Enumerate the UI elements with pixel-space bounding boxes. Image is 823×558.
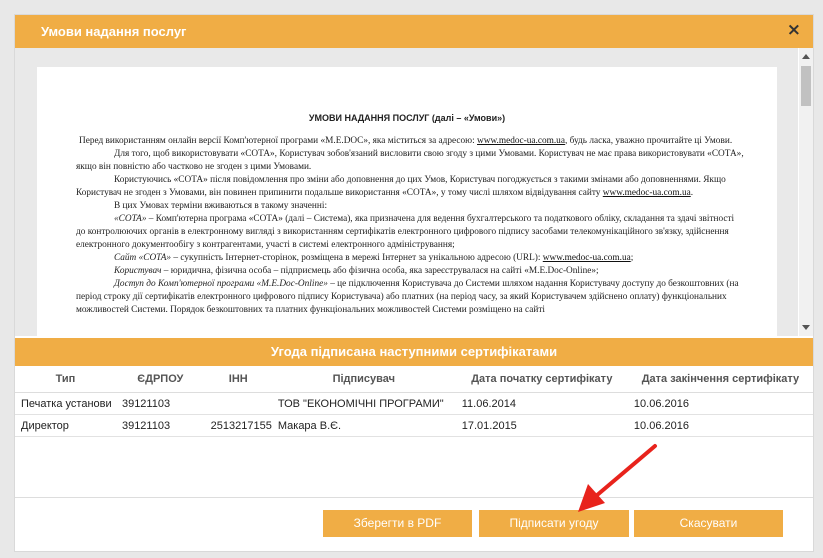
sign-agreement-button[interactable]: Підписати угоду — [479, 510, 629, 537]
document-paragraph: Для того, щоб використовувати «СОТА», Ко… — [76, 148, 744, 174]
document-paragraph: В цих Умовах терміни вживаються в такому… — [76, 200, 744, 213]
footer-divider — [15, 497, 813, 498]
cell-type: Директор — [15, 414, 116, 437]
document-body: Перед використанням онлайн версії Комп'ю… — [76, 135, 744, 317]
column-header-end-date: Дата закінчення сертифікату — [627, 366, 813, 393]
document-link[interactable]: www.medoc-ua.com.ua — [477, 136, 565, 146]
dialog-title: Умови надання послуг — [41, 24, 187, 39]
cell-start-date: 11.06.2014 — [455, 392, 628, 415]
document-heading: УМОВИ НАДАННЯ ПОСЛУГ (далі – «Умови») — [308, 113, 506, 123]
document-paragraph: Сайт «СОТА» – сукупність Інтернет-сторін… — [76, 252, 744, 265]
document-paragraph: Користувач – юридична, фізична особа – п… — [76, 265, 744, 278]
table-row[interactable]: Печатка установи 39121103 ТОВ "ЕКОНОМІЧН… — [15, 392, 813, 415]
cell-edrpou: 39121103 — [115, 392, 205, 415]
close-icon[interactable]: × — [787, 20, 801, 40]
document-term: Сайт «СОТА» — [114, 253, 172, 263]
cell-signer: Макара В.Є. — [271, 414, 456, 437]
column-header-signer: Підписувач — [271, 366, 456, 393]
column-header-start-date: Дата початку сертифікату — [455, 366, 628, 393]
column-header-type: Тип — [15, 366, 116, 393]
document-link[interactable]: www.medoc-ua.com.ua — [603, 188, 691, 198]
cell-type: Печатка установи — [15, 392, 116, 415]
cell-end-date: 10.06.2016 — [627, 392, 813, 415]
cell-inn — [204, 392, 272, 415]
document-term: Доступ до Комп'ютерної програми «M.E.Doc… — [114, 279, 328, 289]
document-scrollbar[interactable] — [799, 48, 813, 336]
document-paragraph: Користуючись «СОТА» після повідомлення п… — [76, 174, 744, 200]
terms-dialog: Умови надання послуг × УМОВИ НАДАННЯ ПОС… — [14, 14, 814, 552]
dialog-titlebar: Умови надання послуг × — [15, 15, 813, 48]
scroll-down-icon[interactable] — [802, 325, 810, 330]
cell-signer: ТОВ "ЕКОНОМІЧНІ ПРОГРАМИ" — [271, 392, 456, 415]
document-text: Для того, щоб використовувати «СОТА», Ко… — [76, 149, 744, 172]
table-header-row: Тип ЄДРПОУ ІНН Підписувач Дата початку с… — [15, 366, 813, 393]
document-term: Користувач — [114, 266, 162, 276]
save-pdf-button[interactable]: Зберегти в PDF — [323, 510, 472, 537]
document-text: , будь ласка, уважно прочитайте ці Умови… — [564, 136, 733, 146]
certificates-table: Тип ЄДРПОУ ІНН Підписувач Дата початку с… — [15, 366, 813, 437]
certificates-header: Угода підписана наступними сертифікатами — [15, 338, 813, 366]
cell-start-date: 17.01.2015 — [455, 414, 628, 437]
column-header-inn: ІНН — [204, 366, 272, 393]
document-text: . — [690, 188, 694, 198]
document-text: ; — [630, 253, 634, 263]
document-text: – сукупність Інтернет-сторінок, розміщен… — [171, 253, 543, 263]
document-viewer[interactable]: УМОВИ НАДАННЯ ПОСЛУГ (далі – «Умови») Пе… — [15, 48, 798, 336]
scroll-up-icon[interactable] — [802, 54, 810, 59]
document-page: УМОВИ НАДАННЯ ПОСЛУГ (далі – «Умови») Пе… — [37, 67, 777, 336]
document-paragraph: Доступ до Комп'ютерної програми «M.E.Doc… — [76, 278, 744, 317]
cell-inn: 2513217155 — [204, 414, 272, 437]
document-paragraph: «СОТА» – Комп'ютерна програма «СОТА» (да… — [76, 213, 744, 252]
document-text: – юридична, фізична особа – підприємець … — [161, 266, 599, 276]
document-text: – Комп'ютерна програма «СОТА» (далі – Си… — [76, 214, 735, 250]
scrollbar-thumb[interactable] — [801, 66, 811, 106]
document-text: Перед використанням онлайн версії Комп'ю… — [79, 136, 478, 146]
cell-edrpou: 39121103 — [115, 414, 205, 437]
table-row[interactable]: Директор 39121103 2513217155 Макара В.Є.… — [15, 414, 813, 437]
document-term: «СОТА» — [114, 214, 147, 224]
document-text: В цих Умовах терміни вживаються в такому… — [114, 201, 328, 211]
document-paragraph: Перед використанням онлайн версії Комп'ю… — [76, 135, 744, 148]
document-link[interactable]: www.medoc-ua.com.ua — [543, 253, 631, 263]
cell-end-date: 10.06.2016 — [627, 414, 813, 437]
column-header-edrpou: ЄДРПОУ — [115, 366, 205, 393]
cancel-button[interactable]: Скасувати — [634, 510, 783, 537]
